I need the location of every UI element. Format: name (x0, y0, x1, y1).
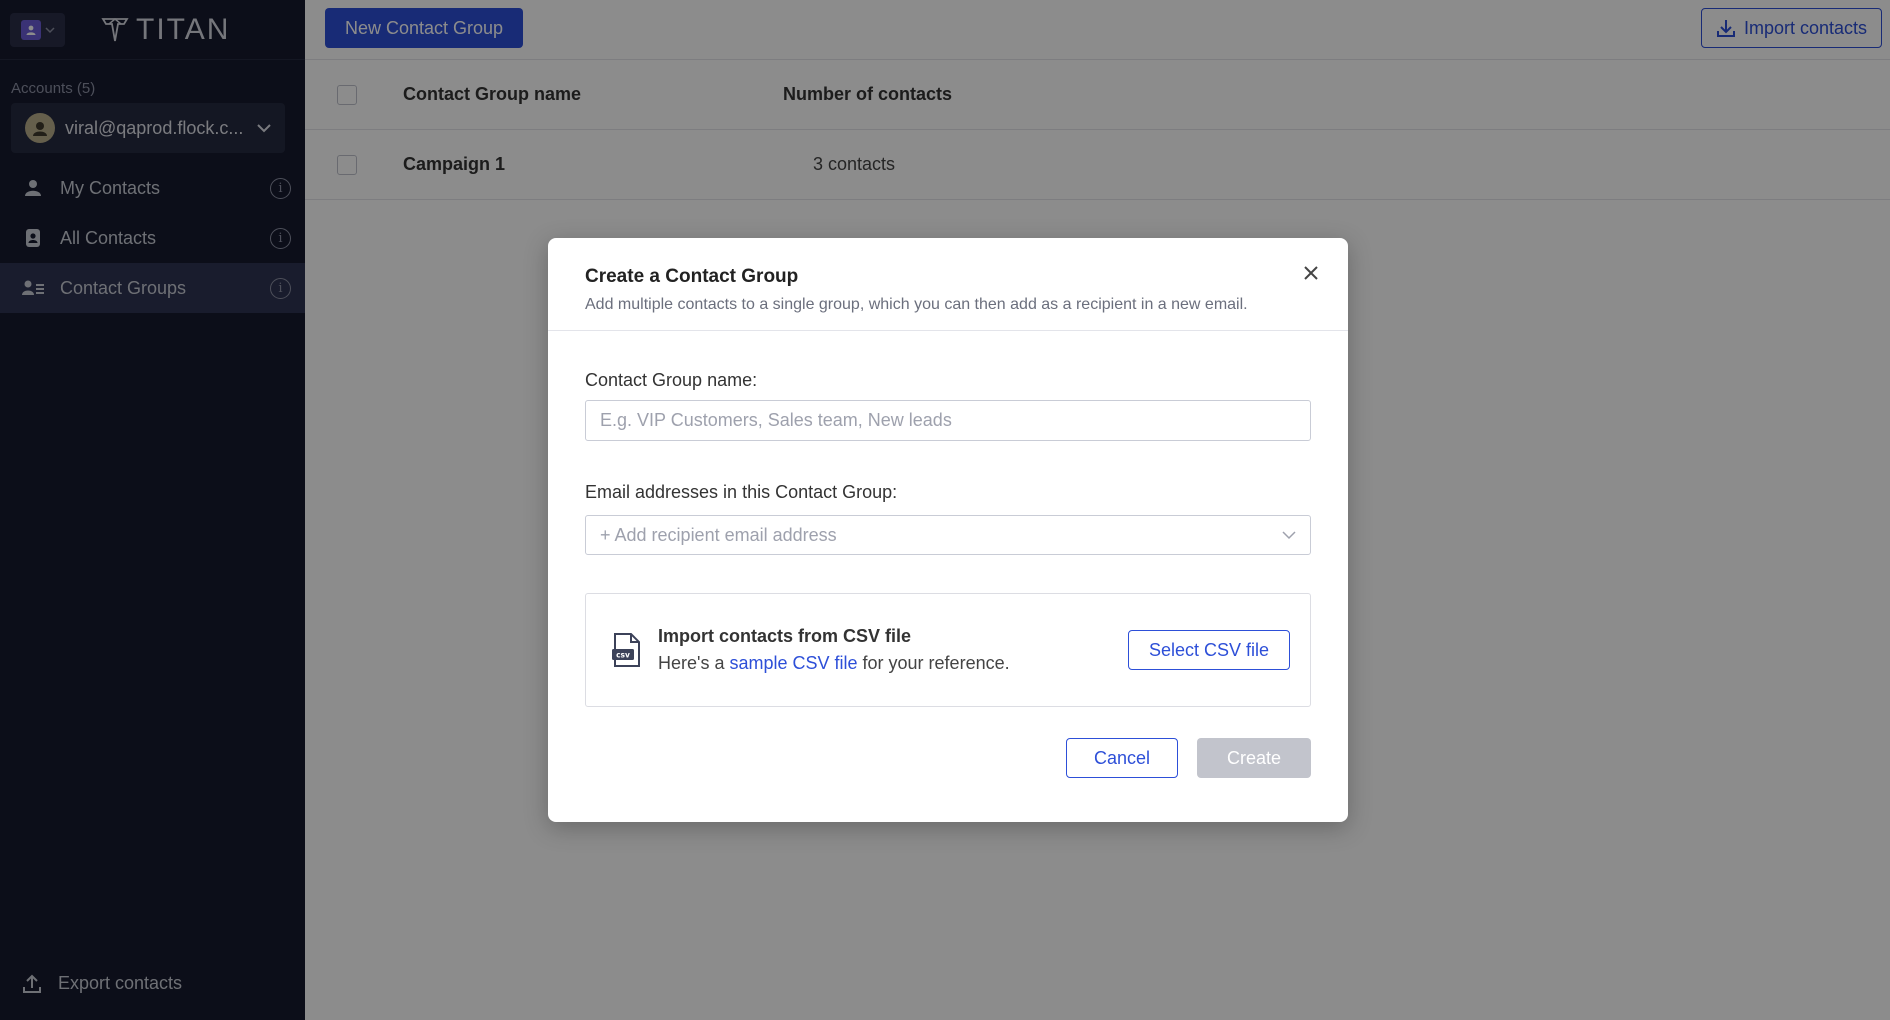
cancel-button[interactable]: Cancel (1066, 738, 1178, 778)
recipient-email-placeholder: + Add recipient email address (600, 524, 837, 545)
csv-text: Import contacts from CSV file Here's a s… (658, 626, 1128, 674)
csv-import-panel: csv Import contacts from CSV file Here's… (585, 593, 1311, 707)
csv-description: Here's a sample CSV file for your refere… (658, 653, 1128, 674)
recipient-email-select[interactable]: + Add recipient email address (585, 515, 1311, 555)
dialog-header: Create a Contact Group Add multiple cont… (548, 238, 1348, 331)
dialog-title: Create a Contact Group (585, 266, 799, 287)
csv-file-icon: csv (612, 633, 640, 667)
dialog-subtitle: Add multiple contacts to a single group,… (585, 296, 1248, 313)
emails-label: Email addresses in this Contact Group: (585, 482, 898, 502)
close-icon[interactable] (1298, 260, 1324, 286)
group-name-input[interactable] (585, 400, 1311, 441)
csv-desc-prefix: Here's a (658, 653, 730, 673)
group-name-label: Contact Group name: (585, 370, 758, 390)
csv-title: Import contacts from CSV file (658, 626, 912, 646)
csv-desc-suffix: for your reference. (857, 653, 1010, 673)
chevron-down-icon (1282, 530, 1296, 539)
sample-csv-link[interactable]: sample CSV file (729, 653, 857, 673)
create-button[interactable]: Create (1197, 738, 1311, 778)
create-contact-group-dialog: Create a Contact Group Add multiple cont… (548, 238, 1348, 822)
svg-text:csv: csv (616, 651, 630, 660)
select-csv-button[interactable]: Select CSV file (1127, 630, 1290, 670)
